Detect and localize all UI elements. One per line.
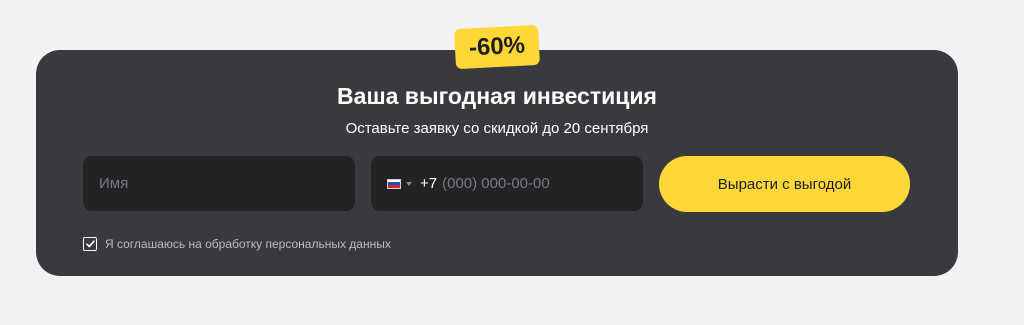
consent-checkbox[interactable] [83,237,97,251]
russia-flag-icon[interactable] [387,178,401,189]
chevron-down-icon[interactable] [406,181,412,186]
consent-row[interactable]: Я соглашаюсь на обработку персональных д… [83,237,391,251]
name-input[interactable]: Имя [83,156,355,211]
name-placeholder: Имя [99,175,129,192]
discount-badge: -60% [454,24,540,70]
promo-title: Ваша выгодная инвестиция [337,83,657,109]
submit-button[interactable]: Вырасти с выгодой [659,156,910,212]
phone-input[interactable]: +7 (000) 000-00-00 [371,156,643,211]
promo-form-card: Ваша выгодная инвестиция Оставьте заявку… [36,50,958,276]
promo-subtitle: Оставьте заявку со скидкой до 20 сентябр… [345,120,649,137]
phone-prefix: +7 [420,175,438,192]
consent-label: Я соглашаюсь на обработку персональных д… [105,237,391,251]
phone-placeholder: (000) 000-00-00 [442,175,550,192]
submit-button-label: Вырасти с выгодой [717,175,852,193]
check-icon [85,240,95,248]
